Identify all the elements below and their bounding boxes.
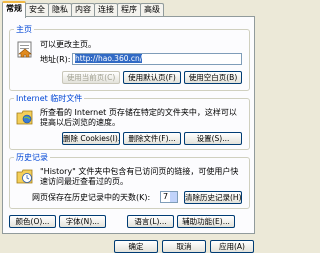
history-icon xyxy=(16,169,33,184)
delete-cookies-button[interactable]: 删除 Cookies(I)... xyxy=(62,132,120,145)
tab-security[interactable]: 安全 xyxy=(25,3,49,16)
history-days-spinner[interactable]: 7 xyxy=(160,191,178,203)
history-group: 历史记录 "History" 文件夹中包含有已访问页的链接，可使用户快 速访问最… xyxy=(9,152,250,209)
history-description-line2: 速访问最近查看过的页。 xyxy=(40,177,128,186)
tab-advanced[interactable]: 高级 xyxy=(140,3,164,16)
clear-history-button[interactable]: 清除历史记录(H) xyxy=(184,191,242,204)
tab-content[interactable]: 内容 xyxy=(71,3,95,16)
temp-files-group-title: Internet 临时文件 xyxy=(14,93,85,104)
tab-general[interactable]: 常规 xyxy=(2,1,26,18)
tab-strip: 常规 安全 隐私 内容 连接 程序 高级 xyxy=(2,1,164,18)
home-page-icon xyxy=(17,41,32,58)
temp-files-group: Internet 临时文件 所查看的 Internet 页存储在特定的文件夹中，… xyxy=(9,93,250,150)
apply-button[interactable]: 应用(A) xyxy=(210,240,254,253)
general-tab-panel: 主页 可以更改主页。 地址(R): http://hao.360.cn/ 使用当… xyxy=(2,16,255,234)
address-label: 地址(R): xyxy=(40,55,71,64)
tab-privacy[interactable]: 隐私 xyxy=(48,3,72,16)
history-days-label: 网页保存在历史记录中的天数(K): xyxy=(32,193,151,202)
homepage-group: 主页 可以更改主页。 地址(R): http://hao.360.cn/ 使用当… xyxy=(9,24,250,91)
cancel-button[interactable]: 取消 xyxy=(162,240,206,253)
spinner-arrows-icon[interactable] xyxy=(170,192,177,202)
temp-files-icon xyxy=(16,110,33,125)
history-days-value: 7 xyxy=(163,192,169,201)
use-default-page-button[interactable]: 使用默认页(F) xyxy=(123,71,181,84)
tab-connections[interactable]: 连接 xyxy=(94,3,118,16)
homepage-address-input[interactable]: http://hao.360.cn/ xyxy=(72,53,242,65)
use-current-page-button[interactable]: 使用当前页(C) xyxy=(62,71,120,84)
use-blank-page-button[interactable]: 使用空白页(B) xyxy=(184,71,242,84)
temp-files-settings-button[interactable]: 设置(S)... xyxy=(184,132,242,145)
homepage-description: 可以更改主页。 xyxy=(40,40,96,49)
accessibility-button[interactable]: 辅助功能(E)... xyxy=(177,215,235,228)
tab-programs[interactable]: 程序 xyxy=(117,3,141,16)
ok-button[interactable]: 确定 xyxy=(114,240,158,253)
homepage-group-title: 主页 xyxy=(14,24,34,35)
temp-files-description-line2: 提高以后浏览的速度。 xyxy=(40,118,120,127)
fonts-button[interactable]: 字体(N)... xyxy=(59,215,106,228)
languages-button[interactable]: 语言(L)... xyxy=(127,215,174,228)
history-group-title: 历史记录 xyxy=(14,152,50,163)
delete-files-button[interactable]: 删除文件(F)... xyxy=(123,132,181,145)
homepage-address-value: http://hao.360.cn/ xyxy=(75,54,143,63)
colors-button[interactable]: 颜色(O)... xyxy=(9,215,56,228)
